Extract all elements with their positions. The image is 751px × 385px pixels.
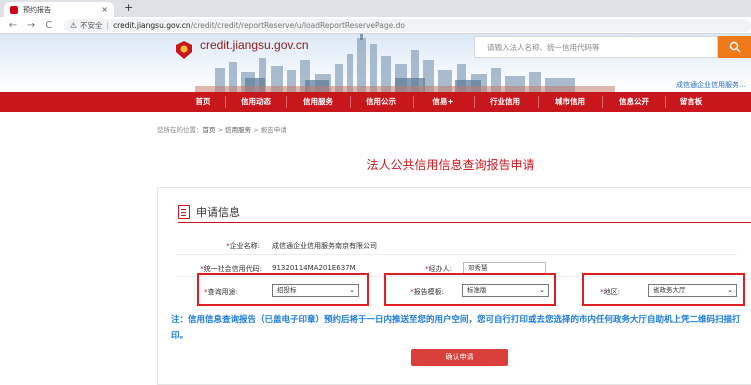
insecure-label: 不安全 (80, 20, 103, 30)
highlight-box-region (582, 273, 745, 306)
nav-item-home[interactable]: 首页 (187, 92, 219, 112)
credit-code-value: 91320114MA201E637M (272, 264, 356, 272)
nav-item-city-credit[interactable]: 城市信用 (550, 92, 590, 112)
back-icon[interactable]: ← (8, 20, 18, 31)
site-name[interactable]: credit.jiangsu.gov.cn (200, 38, 309, 52)
favicon-icon (10, 5, 18, 14)
document-icon (178, 205, 190, 219)
site-search-input[interactable]: 请输入法人名称、统一信用代码等 (474, 36, 718, 58)
browser-tab-bar: 预约报告 × + (0, 0, 751, 17)
confirm-application-button[interactable]: 确认申请 (411, 349, 508, 366)
search-button[interactable] (718, 36, 751, 58)
url-host: credit.jiangsu.gov.cn (113, 20, 191, 30)
reload-icon[interactable]: C (44, 20, 54, 31)
highlight-box-purpose (197, 273, 369, 306)
nav-item-xinyi[interactable]: 信易+ (425, 92, 461, 112)
url-field[interactable]: ⚠ 不安全 | credit.jiangsu.gov.cn /credit/cr… (63, 18, 751, 32)
highlight-box-template (384, 273, 556, 306)
warning-icon: ⚠ (69, 20, 78, 30)
service-link[interactable]: 成信通企业信用服务... (676, 80, 746, 90)
nav-item-credit-news[interactable]: 信用动态 (236, 92, 276, 112)
nav-item-info-disclosure[interactable]: 信息公开 (614, 92, 654, 112)
nav-item-message-board[interactable]: 留言板 (675, 92, 707, 112)
url-path: /credit/credit/reportReserve/u/loadRepor… (190, 20, 405, 30)
tab-close-icon[interactable]: × (101, 5, 108, 14)
search-icon (729, 41, 741, 53)
breadcrumb-current: 报告申请 (260, 126, 287, 134)
company-name-value: 成信通企业信用服务南京有限公司 (272, 242, 377, 250)
tab-title: 预约报告 (23, 5, 51, 14)
browser-tab[interactable]: 预约报告 × (4, 2, 114, 17)
breadcrumb-home[interactable]: 首页 (203, 126, 216, 134)
main-nav: 首页 信用动态 信用服务 信用公示 信易+ 行业信用 城市信用 信息公开 留言板 (0, 92, 751, 112)
section-title: 申请信息 (196, 206, 240, 219)
site-logo-icon (176, 41, 192, 59)
breadcrumb: 您所在的位置：首页 > 信用服务 > 报告申请 (157, 126, 287, 134)
address-bar: ← → C ⚠ 不安全 | credit.jiangsu.gov.cn /cre… (0, 17, 751, 34)
nav-item-credit-publicity[interactable]: 信用公示 (361, 92, 401, 112)
breadcrumb-service[interactable]: 信用服务 (225, 126, 251, 134)
forward-icon[interactable]: → (26, 20, 36, 31)
section-header: 申请信息 (178, 204, 240, 220)
page-title: 法人公共信用信息查询报告申请 (366, 158, 535, 172)
nav-item-credit-service[interactable]: 信用服务 (298, 92, 338, 112)
new-tab-button[interactable]: + (124, 1, 133, 14)
site-banner: credit.jiangsu.gov.cn 请输入法人名称、统一信用代码等 成信… (0, 34, 751, 92)
company-name-label: *企业名称: (226, 242, 260, 250)
nav-item-industry-credit[interactable]: 行业信用 (485, 92, 525, 112)
notice-text: 注：信用信息查询报告（已盖电子印章）预约后将于一日内推送至您的用户空间，您可自行… (171, 315, 741, 341)
